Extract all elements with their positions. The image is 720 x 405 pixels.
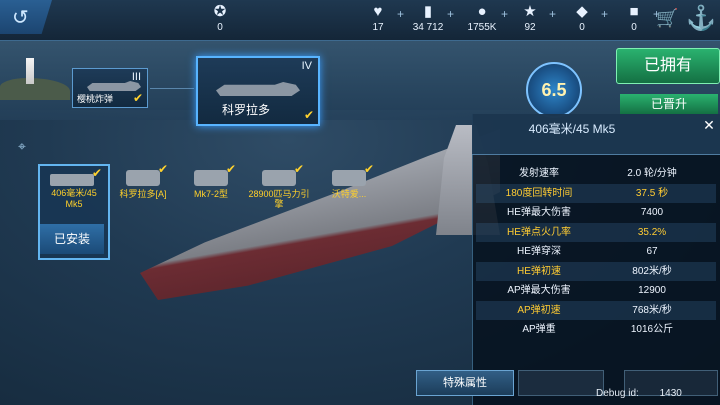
stat-value: 7400: [640, 207, 664, 218]
resource-counter[interactable]: ★ +92: [500, 3, 560, 37]
equipment-item[interactable]: ✔ 科罗拉多[A]: [108, 163, 178, 199]
ship-card-current[interactable]: IV 科罗拉多 ✔: [196, 56, 320, 126]
ship-progress-line: [150, 88, 194, 89]
debug-id: Debug id: 1430: [596, 388, 682, 399]
stat-value: 67: [646, 246, 658, 257]
stat-row: HE弹穿深 67: [476, 242, 716, 261]
stat-value: 802米/秒: [632, 265, 672, 277]
shop-cart-icon[interactable]: 🛒: [656, 8, 678, 29]
equipment-name: 406毫米/45 Mk5: [51, 188, 97, 209]
debug-label: Debug id:: [596, 388, 639, 399]
back-arrow-icon: ↺: [12, 7, 29, 29]
equipment-item-label: 科罗拉多[A]: [119, 189, 167, 199]
resource-counter[interactable]: ◆ +0: [552, 3, 612, 37]
rank-badge[interactable]: ✪ 0: [190, 3, 250, 37]
stat-label: HE弹最大伤害: [507, 207, 571, 218]
resource-counter[interactable]: ■ +0: [604, 3, 664, 37]
stat-label: HE弹点火几率: [507, 226, 571, 238]
target-icon: ⌖: [18, 138, 26, 154]
resource-value: 0: [631, 22, 637, 33]
check-icon: ✔: [363, 162, 374, 176]
turret-icon: [194, 170, 228, 186]
stat-value: 35.2%: [637, 226, 667, 238]
ship-tier: III: [131, 71, 141, 83]
check-icon: ✔: [91, 166, 102, 180]
stat-value: 37.5 秒: [635, 187, 669, 199]
stat-value: 768米/秒: [632, 304, 672, 316]
anchor-icon[interactable]: ⚓: [686, 4, 716, 33]
stat-row: 180度回转时间 37.5 秒: [476, 183, 716, 203]
stat-row: HE弹最大伤害 7400: [476, 203, 716, 222]
ship-card-previous[interactable]: III 樱桃炸弹 ✔: [72, 68, 148, 108]
equipment-item[interactable]: ✔ 沃特爱...: [314, 163, 384, 199]
lighthouse: [26, 58, 34, 84]
debug-value: 1430: [659, 388, 682, 399]
rank-star-icon: ✪: [213, 3, 227, 20]
stat-label: 180度回转时间: [505, 187, 573, 199]
equipment-item[interactable]: ✔ Mk7-2型: [176, 163, 246, 199]
stat-value: 12900: [638, 285, 666, 296]
ship-tier: IV: [301, 60, 312, 72]
stats-panel-title: 406毫米/45 Mk5: [528, 122, 616, 136]
check-icon: ✔: [303, 108, 314, 122]
resource-value: 0: [579, 22, 585, 33]
equipment-item-label: Mk7-2型: [193, 189, 228, 199]
ship-name: 樱桃炸弹: [77, 94, 114, 104]
check-icon: ✔: [225, 162, 236, 176]
plane-icon: [332, 170, 366, 186]
check-icon: ✔: [157, 162, 168, 176]
power-rating: 6.5: [526, 62, 582, 118]
stat-value: 2.0 轮/分钟: [627, 168, 677, 179]
stat-value: 1016公斤: [630, 324, 674, 335]
secondary-button[interactable]: [518, 370, 604, 396]
check-icon: ✔: [132, 91, 143, 105]
equipment-item[interactable]: ✔ 28900匹马力引擎: [244, 163, 314, 209]
stat-label: 发射速率: [519, 168, 559, 179]
resource-value: 34 712: [412, 22, 444, 33]
gun-icon: [50, 174, 94, 186]
installed-button[interactable]: 已安装: [40, 224, 104, 254]
ship-icon: [126, 170, 160, 186]
check-icon: ✔: [293, 162, 304, 176]
engine-icon: [262, 170, 296, 186]
stat-row: HE弹初速 802米/秒: [476, 261, 716, 281]
ship-silhouette: [216, 82, 300, 96]
stat-row: 发射速率 2.0 轮/分钟: [476, 164, 716, 183]
stat-row: AP弹最大伤害 12900: [476, 281, 716, 300]
equipment-item-label: 28900匹马力引擎: [248, 189, 310, 209]
equipment-item-label: 沃特爱...: [331, 189, 367, 199]
stat-label: AP弹重: [522, 324, 556, 335]
stat-label: HE弹穿深: [517, 246, 561, 257]
special-attributes-button[interactable]: 特殊属性: [416, 370, 514, 396]
stat-label: AP弹初速: [517, 304, 561, 316]
stat-row: HE弹点火几率 35.2%: [476, 222, 716, 242]
ship-name: 科罗拉多: [222, 103, 271, 117]
stat-row: AP弹重 1016公斤: [476, 320, 716, 339]
resource-value: 92: [524, 22, 536, 33]
stat-label: HE弹初速: [517, 265, 561, 277]
rank-value: 0: [217, 22, 223, 33]
stat-row: AP弹初速 768米/秒: [476, 300, 716, 320]
stat-label: AP弹最大伤害: [507, 285, 571, 296]
close-icon[interactable]: ✕: [700, 116, 718, 134]
promoted-button[interactable]: 已晋升: [620, 94, 718, 114]
resource-counter[interactable]: ▮ +34 712: [398, 3, 458, 37]
owned-button[interactable]: 已拥有: [616, 48, 720, 84]
